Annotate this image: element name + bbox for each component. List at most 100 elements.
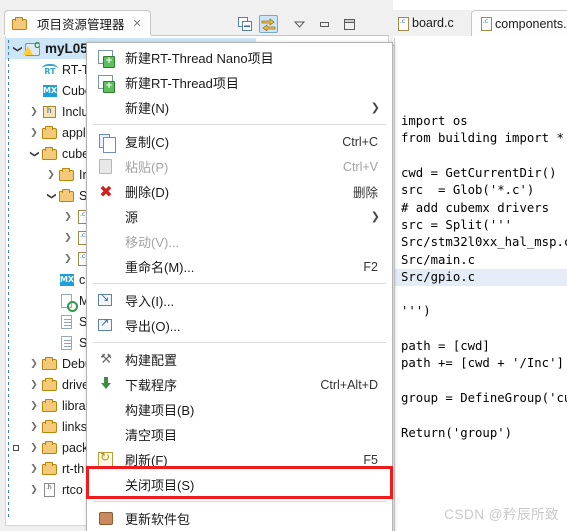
tab-project-explorer[interactable]: 项目资源管理器 ✕: [4, 10, 151, 36]
menu-item[interactable]: 源 ❯: [87, 204, 392, 229]
code-line: group = DefineGroup('cube: [401, 390, 567, 405]
chevron-right-icon[interactable]: ❯: [27, 464, 41, 474]
folder-icon: [58, 167, 76, 183]
menu-item[interactable]: 下载程序 Ctrl+Alt+D: [87, 372, 392, 397]
paste-icon-glyph: [99, 158, 112, 174]
download-icon: [95, 376, 117, 394]
rt-icon: RT: [41, 62, 59, 78]
chevron-right-icon[interactable]: ❯: [27, 485, 41, 495]
menu-item[interactable]: 更新软件包: [87, 506, 392, 531]
menu-item[interactable]: 复制(C) Ctrl+C: [87, 129, 392, 154]
menu-item[interactable]: 导出(O)...: [87, 313, 392, 338]
menu-item[interactable]: 刷新(F) F5: [87, 447, 392, 472]
code-line: src = Split(''': [401, 217, 513, 232]
chevron-down-icon[interactable]: ❯: [29, 147, 39, 161]
chevron-right-icon[interactable]: ❯: [27, 359, 41, 369]
menu-icon-placeholder: [95, 233, 117, 251]
new-project-icon: [95, 74, 117, 93]
chevron-right-icon[interactable]: ❯: [27, 107, 41, 117]
tree-row[interactable]: ❯ cube: [6, 143, 89, 164]
tree-row[interactable]: ❯ In: [6, 164, 89, 185]
menu-item[interactable]: 构建项目(B): [87, 397, 392, 422]
tree-row[interactable]: M: [6, 290, 89, 312]
code-line: cwd = GetCurrentDir(): [401, 166, 557, 181]
minimize-icon[interactable]: [315, 15, 334, 33]
menu-item[interactable]: 新建RT-Thread项目: [87, 70, 392, 95]
tree-row-label: rtco: [62, 482, 83, 497]
menu-icon-placeholder: [95, 258, 117, 276]
tree-row[interactable]: MXcu: [6, 269, 92, 290]
build-config-icon: ⚒: [95, 351, 117, 369]
menu-item[interactable]: 清空项目: [87, 422, 392, 447]
tree-row[interactable]: ❯ rtco: [6, 479, 83, 500]
menu-item[interactable]: ⚒ 构建配置: [87, 347, 392, 372]
chevron-right-icon[interactable]: ❯: [27, 443, 41, 453]
tab-components-c[interactable]: components.c: [471, 10, 567, 36]
tree-row[interactable]: ❯: [6, 248, 96, 269]
menu-item[interactable]: 关闭项目(S): [87, 472, 392, 497]
tab-board-c[interactable]: board.c: [395, 10, 454, 36]
tree-row[interactable]: ❯ Debu: [6, 353, 92, 374]
code-line: path += [cwd + '/Inc']: [401, 356, 564, 371]
tree-row[interactable]: ST: [6, 332, 95, 353]
tree-row[interactable]: MX Cube: [6, 80, 92, 101]
hfile-icon: [41, 482, 59, 498]
view-menu-glyph: [293, 21, 306, 28]
new-project-icon-glyph: [98, 49, 115, 68]
close-icon[interactable]: ✕: [133, 17, 142, 30]
chevron-down-icon[interactable]: ❯: [12, 42, 22, 56]
tree-row[interactable]: ❯Sr: [6, 185, 92, 206]
tree-row[interactable]: ❯ libra: [6, 395, 86, 416]
export-icon-glyph: [98, 316, 112, 331]
maximize-icon[interactable]: [340, 15, 359, 33]
code-content[interactable]: import os from building import * cwd = Get…: [394, 38, 567, 531]
chevron-right-icon[interactable]: ❯: [27, 128, 41, 138]
chevron-right-icon: ❯: [370, 210, 380, 223]
import-icon-glyph: [98, 291, 112, 306]
tree-row[interactable]: ❯: [6, 227, 96, 248]
menu-item[interactable]: 新建(N) ❯: [87, 95, 392, 120]
menu-item[interactable]: 导入(I)...: [87, 288, 392, 313]
chevron-right-icon[interactable]: ❯: [27, 401, 41, 411]
tree-row[interactable]: ❯ drive: [6, 374, 89, 395]
tree-row[interactable]: SC: [6, 311, 96, 332]
editor-tabstrip: board.c components.c: [393, 10, 567, 46]
menu-icon-placeholder: [95, 99, 117, 117]
chevron-right-icon[interactable]: ❯: [27, 422, 41, 432]
chevron-right-icon[interactable]: ❯: [61, 212, 75, 222]
menu-item[interactable]: 重命名(M)... F2: [87, 254, 392, 279]
view-menu-icon[interactable]: [290, 15, 309, 33]
chevron-right-icon[interactable]: ❯: [61, 254, 75, 264]
folder-icon: [41, 461, 59, 477]
tree-row[interactable]: ❯ links: [6, 416, 87, 437]
project-context-menu[interactable]: 新建RT-Thread Nano项目新建RT-Thread项目新建(N) ❯ 复制(…: [86, 42, 393, 531]
doc-icon: [58, 314, 76, 330]
menu-item[interactable]: ✖ 删除(D) 删除: [87, 179, 392, 204]
tree-row[interactable]: ❯: [6, 206, 96, 227]
tree-row[interactable]: ❯ rt-th: [6, 458, 84, 479]
link-with-editor-icon[interactable]: [259, 15, 278, 33]
collapse-all-icon[interactable]: [236, 15, 255, 33]
folder-icon: [41, 356, 59, 372]
download-icon-glyph: [101, 376, 111, 392]
new-project-icon-glyph: [98, 74, 115, 93]
menu-item-label: 导出(O)...: [125, 319, 181, 334]
menu-item[interactable]: 新建RT-Thread Nano项目: [87, 45, 392, 70]
tree-row[interactable]: ❯ Inclu: [6, 101, 88, 122]
chevron-right-icon: ❯: [370, 101, 380, 114]
chevron-down-icon[interactable]: ❯: [46, 189, 56, 203]
menu-item-label: 新建(N): [125, 101, 170, 116]
code-line: Src/gpio.c: [395, 268, 567, 287]
chevron-right-icon[interactable]: ❯: [44, 170, 58, 180]
resize-handle[interactable]: [13, 445, 19, 451]
tree-row[interactable]: RT RT-T: [6, 59, 90, 80]
delete-icon: ✖: [95, 183, 117, 201]
menu-item-label: 构建配置: [125, 353, 178, 368]
chevron-right-icon[interactable]: ❯: [61, 233, 75, 243]
tree-row[interactable]: ❯ appl: [6, 122, 86, 143]
code-line: Src/stm32l0xx_hal_msp.c: [401, 235, 567, 250]
chevron-right-icon[interactable]: ❯: [27, 380, 41, 390]
